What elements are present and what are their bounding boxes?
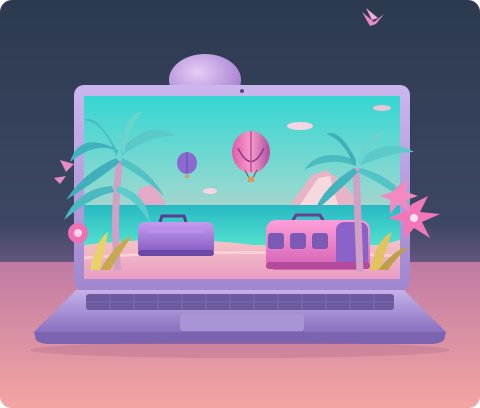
scene — [0, 0, 480, 408]
illustration — [0, 0, 480, 408]
trackpad — [180, 314, 304, 331]
ufo-saucer-icon — [203, 188, 217, 194]
ufo-saucer-icon — [373, 105, 391, 111]
flower-icon — [68, 223, 88, 243]
suitcase-icon — [266, 213, 370, 270]
ufo-saucer-icon — [287, 122, 313, 130]
shadow — [30, 342, 450, 358]
webcam — [240, 89, 244, 93]
